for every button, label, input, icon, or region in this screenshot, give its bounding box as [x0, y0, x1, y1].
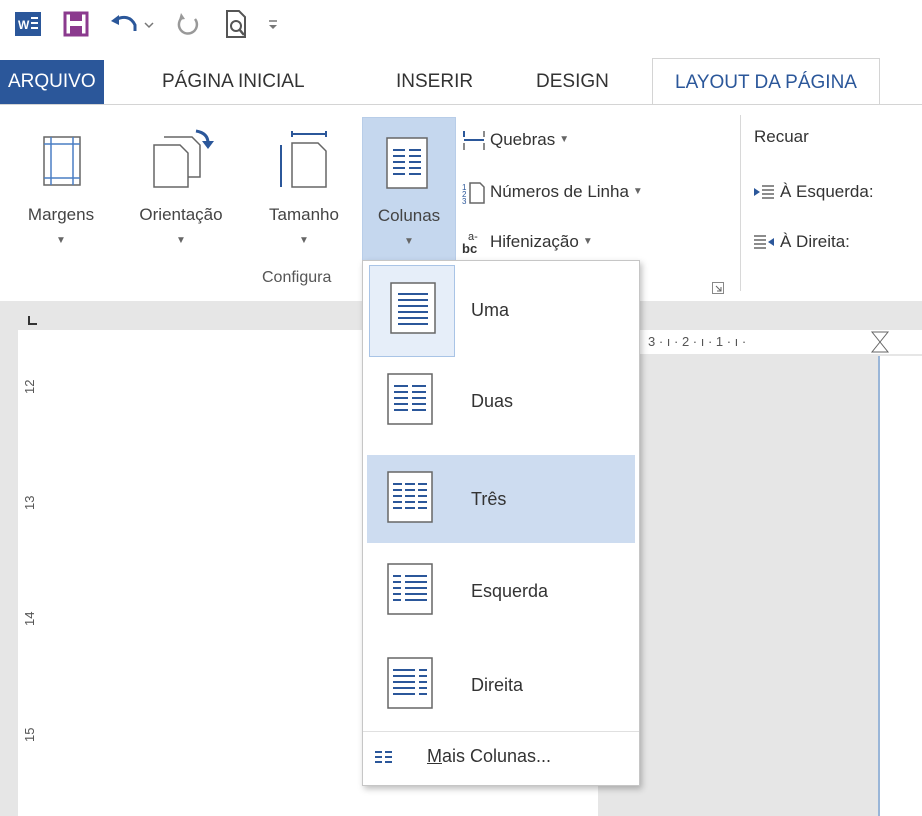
ruler-ticks: 3 · ı · 2 · ı · 1 · ı ·: [648, 334, 747, 349]
horizontal-ruler: 3 · ı · 2 · ı · 1 · ı ·: [598, 330, 922, 354]
breaks-label: Quebras: [490, 130, 556, 149]
side-pane: [878, 356, 922, 816]
breaks-button[interactable]: Quebras ▼: [462, 125, 569, 155]
size-button[interactable]: Tamanho ▼: [250, 117, 358, 261]
column-option-three-label: Três: [471, 489, 507, 509]
orientation-icon: [153, 129, 214, 188]
hyphenation-button[interactable]: a-bc Hifenização ▼: [462, 227, 593, 257]
quick-access-toolbar: W: [0, 0, 922, 46]
word-icon[interactable]: W: [12, 8, 44, 40]
column-option-left[interactable]: Esquerda: [367, 547, 635, 635]
line-numbers-icon: 123: [462, 180, 486, 204]
chevron-down-icon: ▼: [404, 236, 414, 247]
redo-icon[interactable]: [172, 8, 204, 40]
column-option-one[interactable]: [369, 265, 455, 357]
ruler-number: 13: [22, 495, 37, 510]
column-option-right[interactable]: Direita: [367, 641, 635, 729]
size-icon: [280, 131, 327, 188]
column-option-three[interactable]: Três: [367, 455, 635, 543]
vertical-ruler: 12 13 14 15: [18, 330, 49, 816]
tab-home[interactable]: PÁGINA INICIAL: [162, 60, 305, 104]
more-columns-label: Mais Colunas...: [427, 746, 552, 766]
line-numbers-button[interactable]: 123 Números de Linha ▼: [462, 177, 643, 207]
breaks-icon: [462, 128, 486, 152]
line-numbers-label: Números de Linha: [490, 182, 629, 201]
orientation-label: Orientação: [139, 205, 223, 224]
columns-label: Colunas: [377, 206, 441, 225]
more-columns-icon: [375, 751, 392, 763]
size-label: Tamanho: [269, 205, 339, 224]
margins-icon: [43, 136, 81, 186]
right-column-icon: [387, 657, 433, 709]
dialog-launcher-icon[interactable]: [712, 281, 724, 294]
tab-selector-icon[interactable]: [18, 312, 48, 330]
chevron-down-icon: ▼: [582, 236, 593, 247]
margins-label: Margens: [27, 205, 95, 224]
tab-insert[interactable]: INSERIR: [396, 60, 473, 104]
column-option-two[interactable]: Duas: [367, 357, 635, 445]
two-columns-icon: [387, 373, 433, 425]
group-separator: [740, 115, 741, 291]
ruler-number: 14: [22, 611, 37, 626]
ruler-number: 12: [22, 379, 37, 394]
indent-marker-icon[interactable]: [870, 330, 890, 354]
print-preview-icon[interactable]: [220, 8, 252, 40]
one-column-icon: [390, 282, 436, 334]
tab-page-layout[interactable]: LAYOUT DA PÁGINA: [652, 58, 880, 106]
more-columns-button[interactable]: Mais Colunas...: [363, 731, 639, 786]
indent-left-icon: [752, 180, 776, 204]
chevron-down-icon: ▼: [632, 186, 643, 197]
ribbon-tabs: ARQUIVO PÁGINA INICIAL INSERIR DESIGN LA…: [0, 58, 922, 106]
margins-button[interactable]: Margens ▼: [10, 117, 112, 261]
indent-left-field[interactable]: À Esquerda:: [752, 177, 874, 207]
svg-text:W: W: [18, 18, 30, 32]
indent-right-label: À Direita:: [780, 232, 850, 251]
column-option-one-label[interactable]: Uma: [471, 265, 509, 355]
svg-text:bc: bc: [462, 241, 477, 255]
three-columns-icon: [387, 471, 433, 523]
columns-dropdown: Uma Duas Três Esquerda Direita Mais Colu…: [362, 260, 640, 786]
indent-title: Recuar: [754, 127, 809, 146]
chevron-down-icon: ▼: [299, 235, 309, 246]
save-icon[interactable]: [60, 8, 92, 40]
chevron-down-icon: ▼: [176, 235, 186, 246]
chevron-down-icon: ▼: [56, 235, 66, 246]
customize-icon[interactable]: [262, 8, 284, 40]
hyphenation-label: Hifenização: [490, 232, 579, 251]
indent-right-icon: [752, 230, 776, 254]
indent-left-label: À Esquerda:: [780, 182, 874, 201]
chevron-down-icon: ▼: [559, 134, 570, 145]
orientation-button[interactable]: Orientação ▼: [120, 117, 242, 261]
ruler-number: 15: [22, 727, 37, 742]
column-option-right-label: Direita: [471, 675, 524, 695]
column-option-left-label: Esquerda: [471, 581, 549, 601]
tab-file[interactable]: ARQUIVO: [0, 60, 104, 104]
left-column-icon: [387, 563, 433, 615]
tab-design[interactable]: DESIGN: [536, 60, 609, 104]
hyphenation-icon: a-bc: [462, 230, 486, 255]
columns-icon: [386, 137, 428, 189]
columns-button[interactable]: Colunas ▼: [362, 117, 456, 263]
page-setup-group-label: Configura: [262, 269, 332, 286]
svg-text:3: 3: [462, 197, 467, 204]
column-option-two-label: Duas: [471, 391, 514, 411]
undo-icon[interactable]: [106, 8, 158, 40]
indent-right-field[interactable]: À Direita:: [752, 227, 850, 257]
